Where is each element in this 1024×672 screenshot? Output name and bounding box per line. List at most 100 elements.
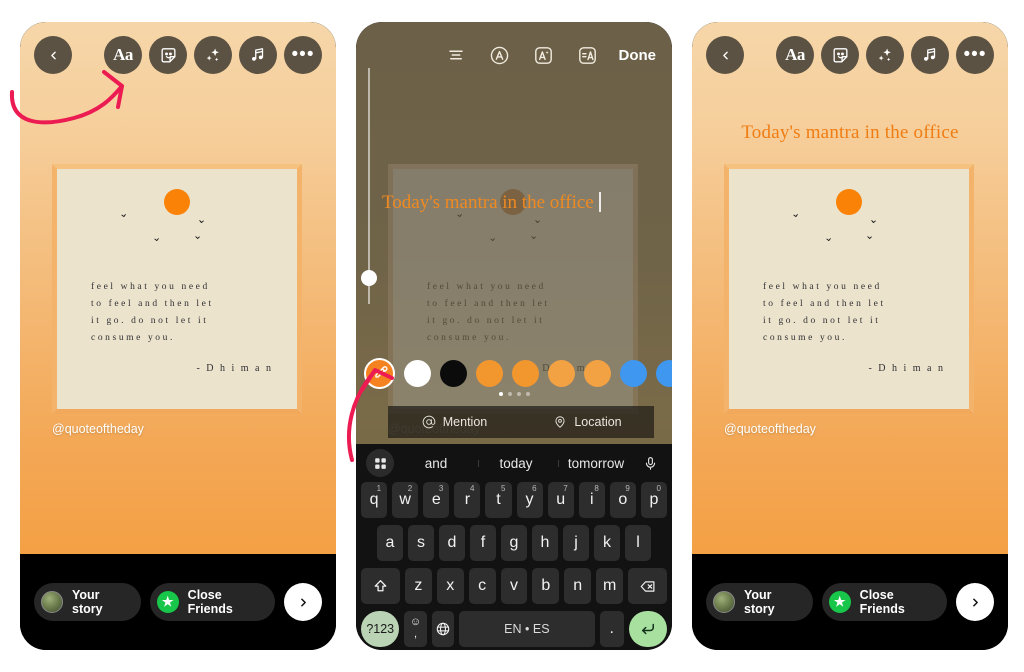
key-a[interactable]: a <box>377 525 403 561</box>
done-button[interactable]: Done <box>619 47 657 64</box>
text-tool-button[interactable]: Aa <box>104 36 142 74</box>
key-m[interactable]: m <box>596 568 624 604</box>
editable-text-overlay[interactable]: Today's mantra in the office <box>382 192 658 214</box>
voice-input-button[interactable] <box>638 456 662 471</box>
color-swatch-white[interactable] <box>404 359 431 387</box>
account-handle: @quoteoftheday <box>724 422 816 436</box>
page-dot[interactable] <box>516 392 521 396</box>
space-key[interactable]: EN • ES <box>458 611 595 647</box>
page-dot[interactable] <box>498 392 503 396</box>
suggestion-word[interactable]: tomorrow <box>558 456 634 471</box>
key-o[interactable]: 9o <box>609 482 636 518</box>
key-d[interactable]: d <box>439 525 465 561</box>
text-tool-button[interactable]: Aa <box>776 36 814 74</box>
back-button[interactable] <box>706 36 744 74</box>
sun-icon <box>836 189 862 215</box>
key-z[interactable]: z <box>404 568 432 604</box>
key-e[interactable]: 3e <box>423 482 450 518</box>
align-text-button[interactable] <box>443 42 469 68</box>
key-g[interactable]: g <box>501 525 527 561</box>
key-label: e <box>431 491 441 508</box>
sticker-icon <box>832 47 848 63</box>
effects-tool-button[interactable] <box>194 36 232 74</box>
color-swatch-orange-3[interactable] <box>548 359 575 387</box>
font-size-slider[interactable] <box>361 68 377 304</box>
key-t[interactable]: 5t <box>485 482 512 518</box>
color-swatch-blue-1[interactable] <box>620 359 647 387</box>
color-swatch-orange-4[interactable] <box>584 359 611 387</box>
key-u[interactable]: 7u <box>547 482 574 518</box>
editable-text-value: Today's mantra in the office <box>382 192 594 213</box>
more-tool-button[interactable]: ••• <box>284 36 322 74</box>
eyedropper-button[interactable] <box>364 357 395 389</box>
emoji-comma-key[interactable]: ☺ , <box>404 611 427 647</box>
more-tool-button[interactable]: ••• <box>956 36 994 74</box>
bird-icon: ⌄ <box>790 207 801 221</box>
quote-line: feel what you need <box>427 282 546 292</box>
text-highlight-button[interactable] <box>575 42 601 68</box>
page-dot[interactable] <box>507 392 512 396</box>
key-s[interactable]: s <box>408 525 434 561</box>
at-sign-icon <box>422 415 436 429</box>
story-editor-screen-1: Aa ••• ⌄ ⌄ ⌄ ⌄ feel what you need to fee… <box>20 22 336 650</box>
suggestion-word[interactable]: and <box>398 456 474 471</box>
effects-tool-button[interactable] <box>866 36 904 74</box>
sparkles-icon <box>206 48 219 62</box>
key-superscript: 3 <box>438 484 444 493</box>
mention-button[interactable]: Mention <box>388 415 521 429</box>
next-button[interactable] <box>956 583 994 621</box>
back-button[interactable] <box>34 36 72 74</box>
language-key[interactable] <box>431 611 454 647</box>
music-tool-button[interactable] <box>239 36 277 74</box>
key-l[interactable]: l <box>625 525 651 561</box>
text-style-button[interactable] <box>487 42 513 68</box>
key-k[interactable]: k <box>594 525 620 561</box>
close-friends-button[interactable]: ★ Close Friends <box>149 583 275 621</box>
quote-line: consume you. <box>427 333 511 343</box>
key-c[interactable]: c <box>468 568 496 604</box>
key-w[interactable]: 2w <box>392 482 419 518</box>
symbols-key[interactable]: ?123 <box>361 611 400 647</box>
close-friends-button[interactable]: ★ Close Friends <box>821 583 947 621</box>
backspace-key[interactable] <box>628 568 668 604</box>
bird-icon: ⌄ <box>868 213 879 227</box>
keyboard-grid-button[interactable] <box>366 449 394 477</box>
key-n[interactable]: n <box>564 568 592 604</box>
key-r[interactable]: 4r <box>454 482 481 518</box>
period-key[interactable]: . <box>599 611 624 647</box>
phone-panel-1: Aa ••• ⌄ ⌄ ⌄ ⌄ feel what you need to fee… <box>20 22 336 650</box>
sticker-tool-button[interactable] <box>821 36 859 74</box>
suggestion-word[interactable]: today <box>478 456 554 471</box>
page-dot[interactable] <box>525 392 530 396</box>
next-button[interactable] <box>284 583 322 621</box>
key-x[interactable]: x <box>436 568 464 604</box>
text-aa-icon: Aa <box>113 45 133 64</box>
key-j[interactable]: j <box>563 525 589 561</box>
key-h[interactable]: h <box>532 525 558 561</box>
key-v[interactable]: v <box>500 568 528 604</box>
color-swatch-black[interactable] <box>440 359 467 387</box>
key-q[interactable]: 1q <box>361 482 388 518</box>
key-f[interactable]: f <box>470 525 496 561</box>
shift-key[interactable] <box>360 568 400 604</box>
your-story-button[interactable]: Your story <box>34 583 141 621</box>
location-button[interactable]: Location <box>521 415 654 429</box>
enter-key[interactable] <box>628 611 667 647</box>
slider-thumb[interactable] <box>361 270 377 286</box>
key-b[interactable]: b <box>532 568 560 604</box>
music-tool-button[interactable] <box>911 36 949 74</box>
key-i[interactable]: 8i <box>578 482 605 518</box>
sticker-tool-button[interactable] <box>149 36 187 74</box>
key-p[interactable]: 0p <box>640 482 667 518</box>
text-aa-icon: Aa <box>785 45 805 64</box>
your-story-button[interactable]: Your story <box>706 583 813 621</box>
color-swatch-orange-2[interactable] <box>512 359 539 387</box>
story-headline-text[interactable]: Today's mantra in the office <box>692 122 1008 144</box>
keyboard-row-3: z x c v b n m <box>356 568 672 604</box>
text-animation-button[interactable] <box>531 42 557 68</box>
avatar <box>41 591 63 613</box>
quote-line: consume you. <box>763 333 847 343</box>
color-swatch-blue-2[interactable] <box>656 359 672 387</box>
color-swatch-orange-1[interactable] <box>476 359 503 387</box>
key-y[interactable]: 6y <box>516 482 543 518</box>
